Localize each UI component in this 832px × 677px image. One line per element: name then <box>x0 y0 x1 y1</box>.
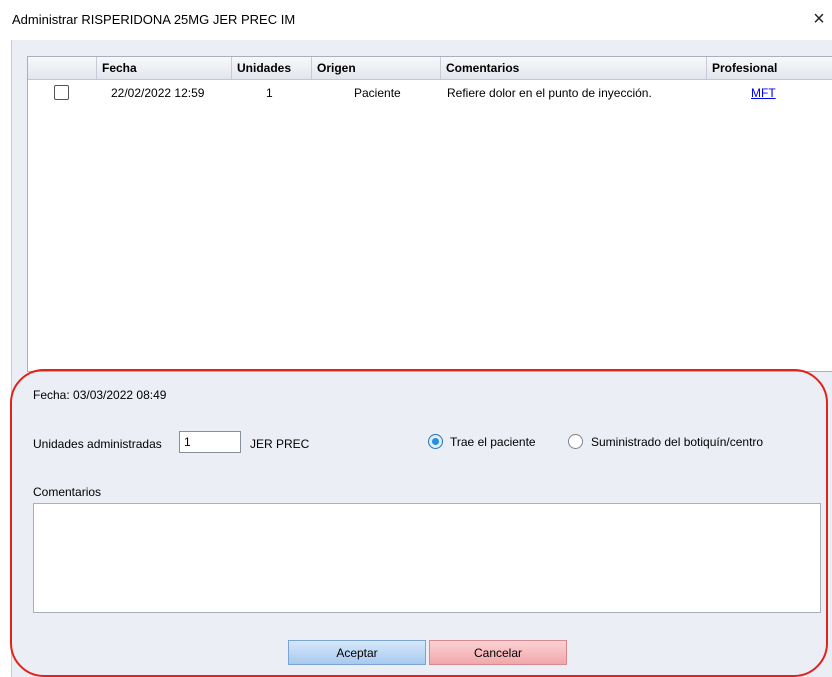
column-header-comentarios[interactable]: Comentarios <box>440 57 706 79</box>
radio-suministrado-label[interactable]: Suministrado del botiquín/centro <box>591 435 763 449</box>
column-header-origen[interactable]: Origen <box>311 57 440 79</box>
unidades-input[interactable] <box>179 431 241 453</box>
unit-name-label: JER PREC <box>250 437 310 451</box>
radio-trae-paciente[interactable] <box>428 434 443 449</box>
grid-header: Fecha Unidades Origen Comentarios Profes… <box>28 57 832 80</box>
administrations-grid: Fecha Unidades Origen Comentarios Profes… <box>27 56 832 372</box>
cell-origen: Paciente <box>354 86 401 100</box>
row-checkbox[interactable] <box>54 85 69 100</box>
unidades-label: Unidades administradas <box>33 437 162 451</box>
comentarios-textarea[interactable] <box>33 503 821 613</box>
title-bar: Administrar RISPERIDONA 25MG JER PREC IM… <box>0 0 832 40</box>
column-header-profesional[interactable]: Profesional <box>706 57 832 79</box>
radio-trae-paciente-label[interactable]: Trae el paciente <box>450 435 536 449</box>
cancel-button[interactable]: Cancelar <box>429 640 567 665</box>
accept-button[interactable]: Aceptar <box>288 640 426 665</box>
close-icon[interactable]: × <box>808 8 830 30</box>
fecha-label: Fecha: 03/03/2022 08:49 <box>33 388 167 402</box>
window-title: Administrar RISPERIDONA 25MG JER PREC IM <box>12 12 296 27</box>
column-header-unidades[interactable]: Unidades <box>231 57 311 79</box>
professional-link[interactable]: MFT <box>751 80 776 106</box>
cell-comentarios: Refiere dolor en el punto de inyección. <box>447 86 652 100</box>
column-header-fecha[interactable]: Fecha <box>96 57 231 79</box>
cell-unidades: 1 <box>266 86 273 100</box>
cell-fecha: 22/02/2022 12:59 <box>111 86 205 100</box>
radio-suministrado[interactable] <box>568 434 583 449</box>
table-row[interactable]: 22/02/2022 12:59 1 Paciente Refiere dolo… <box>28 80 832 106</box>
comentarios-label: Comentarios <box>33 485 102 499</box>
